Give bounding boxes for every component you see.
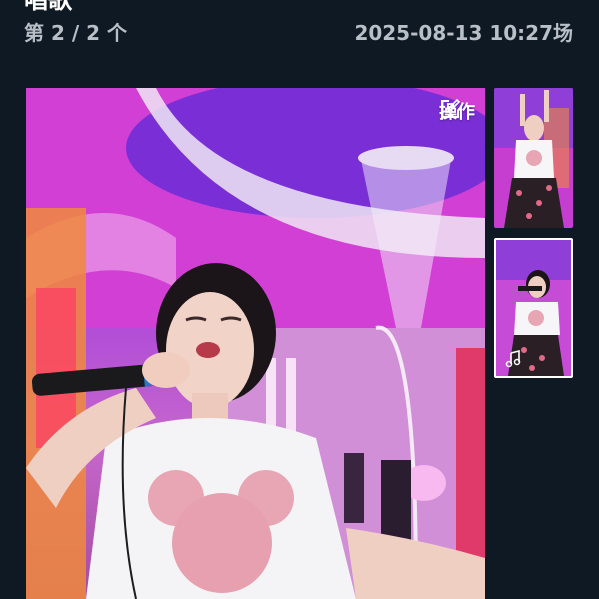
thumbnail-1[interactable] — [494, 88, 573, 228]
page-title: 唱歌 — [24, 0, 72, 14]
main-photo-illustration — [26, 88, 485, 599]
session-datetime: 2025-08-13 10:27场 — [354, 21, 573, 45]
music-note-icon — [505, 350, 521, 368]
main-photo[interactable]: 操作 — [26, 88, 485, 599]
operate-button[interactable]: 操作 — [439, 98, 475, 124]
thumbnail-1-image — [494, 88, 573, 228]
edit-icon — [441, 98, 461, 118]
item-counter: 第 2 / 2 个 — [24, 21, 127, 45]
thumbnail-2[interactable] — [494, 238, 573, 378]
